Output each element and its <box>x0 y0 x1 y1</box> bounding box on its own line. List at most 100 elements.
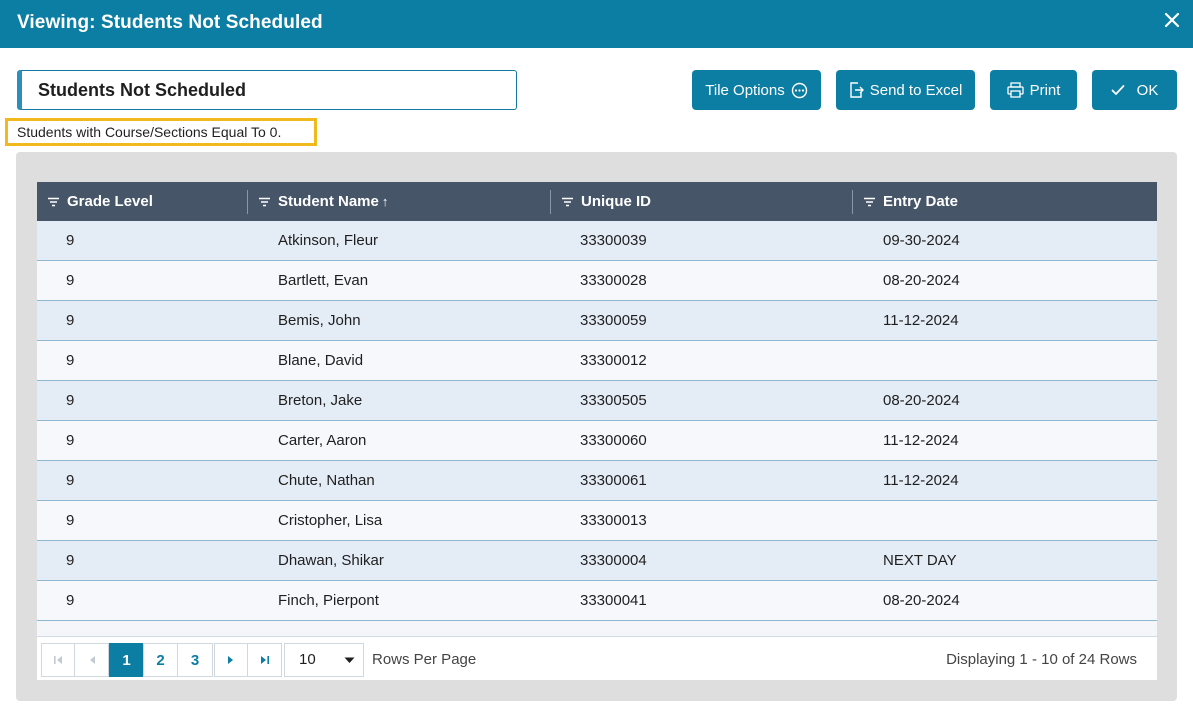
column-divider[interactable] <box>852 190 853 214</box>
column-label: Grade Level <box>67 193 153 210</box>
cell-unique-id: 33300059 <box>580 312 647 329</box>
print-label: Print <box>1029 81 1061 99</box>
cell-grade-level: 9 <box>66 552 75 569</box>
ok-button[interactable]: OK <box>1092 70 1177 110</box>
pager: 1 2 3 10 Rows Per Page Displaying 1 - 10… <box>37 636 1157 680</box>
filter-icon[interactable] <box>48 197 59 207</box>
table-row[interactable]: 9 Bemis, John 33300059 11-12-2024 <box>37 301 1157 341</box>
column-header-student-name[interactable]: Student Name ↑ <box>259 182 388 221</box>
column-header-grade-level[interactable]: Grade Level <box>48 182 153 221</box>
column-header-entry-date[interactable]: Entry Date <box>864 182 958 221</box>
next-page-icon <box>228 656 233 664</box>
cell-entry-date: 11-12-2024 <box>883 432 959 449</box>
display-count-text: Displaying 1 - 10 of 24 Rows <box>946 651 1137 668</box>
cell-student-name: Atkinson, Fleur <box>278 232 379 249</box>
cell-unique-id: 33300039 <box>580 232 647 249</box>
cell-grade-level: 9 <box>66 272 75 289</box>
first-page-button[interactable] <box>41 643 75 677</box>
check-icon <box>1111 85 1125 96</box>
tile-options-label: Tile Options <box>705 81 785 99</box>
cell-entry-date: 11-12-2024 <box>883 472 959 489</box>
print-button[interactable]: Print <box>990 70 1077 110</box>
last-page-button[interactable] <box>247 643 282 677</box>
more-circle-icon <box>791 82 807 98</box>
cell-unique-id: 33300004 <box>580 552 647 569</box>
cell-entry-date: NEXT DAY <box>883 552 957 569</box>
page-button-3[interactable]: 3 <box>177 643 213 677</box>
prev-page-icon <box>89 656 95 664</box>
cell-unique-id: 33300061 <box>580 472 647 489</box>
cell-grade-level: 9 <box>66 512 75 529</box>
prev-page-button[interactable] <box>74 643 109 677</box>
report-name-input[interactable] <box>22 71 516 109</box>
table-row[interactable]: 9 Atkinson, Fleur 33300039 09-30-2024 <box>37 221 1157 261</box>
cell-grade-level: 9 <box>66 312 75 329</box>
cell-student-name: Bemis, John <box>278 312 361 329</box>
column-header-unique-id[interactable]: Unique ID <box>562 182 651 221</box>
cell-entry-date: 08-20-2024 <box>883 392 960 409</box>
table-row[interactable]: 9 Chute, Nathan 33300061 11-12-2024 <box>37 461 1157 501</box>
cell-entry-date: 11-12-2024 <box>883 312 959 329</box>
table-row[interactable]: 9 Bartlett, Evan 33300028 08-20-2024 <box>37 261 1157 301</box>
first-page-icon <box>54 656 62 664</box>
cell-unique-id: 33300013 <box>580 512 647 529</box>
cell-entry-date: 08-20-2024 <box>883 272 960 289</box>
sort-ascending-icon: ↑ <box>381 194 389 209</box>
rows-per-page-label: Rows Per Page <box>372 651 477 668</box>
cell-student-name: Breton, Jake <box>278 392 363 409</box>
report-name-field[interactable] <box>17 70 517 110</box>
cell-student-name: Finch, Pierpont <box>278 592 379 609</box>
window-title: Viewing: Students Not Scheduled <box>17 12 323 33</box>
filter-icon[interactable] <box>864 197 875 207</box>
table-row[interactable]: 9 Finch, Pierpont 33300041 08-20-2024 <box>37 581 1157 621</box>
cell-unique-id: 33300505 <box>580 392 647 409</box>
cell-student-name: Bartlett, Evan <box>278 272 369 289</box>
title-bar: Viewing: Students Not Scheduled <box>0 0 1193 48</box>
column-divider[interactable] <box>247 190 248 214</box>
rows-per-page-select[interactable]: 10 <box>284 643 364 677</box>
cell-student-name: Blane, David <box>278 352 364 369</box>
next-page-button[interactable] <box>214 643 248 677</box>
cell-grade-level: 9 <box>66 432 75 449</box>
rows-per-page-value: 10 <box>299 651 316 668</box>
export-icon <box>850 82 864 98</box>
tile-options-button[interactable]: Tile Options <box>692 70 821 110</box>
cell-student-name: Chute, Nathan <box>278 472 375 489</box>
filter-icon[interactable] <box>259 197 270 207</box>
cell-grade-level: 9 <box>66 472 75 489</box>
table-row[interactable]: 9 Dhawan, Shikar 33300004 NEXT DAY <box>37 541 1157 581</box>
cell-unique-id: 33300060 <box>580 432 647 449</box>
table-row[interactable]: 9 Breton, Jake 33300505 08-20-2024 <box>37 381 1157 421</box>
close-button[interactable] <box>1161 9 1183 31</box>
cell-unique-id: 33300012 <box>580 352 647 369</box>
cell-unique-id: 33300028 <box>580 272 647 289</box>
close-icon <box>1164 12 1180 28</box>
cell-student-name: Cristopher, Lisa <box>278 512 383 529</box>
cell-entry-date: 09-30-2024 <box>883 232 960 249</box>
printer-icon <box>1006 82 1024 98</box>
table-row[interactable]: 9 Cristopher, Lisa 33300013 <box>37 501 1157 541</box>
table-row[interactable]: 9 Carter, Aaron 33300060 11-12-2024 <box>37 421 1157 461</box>
page-button-2[interactable]: 2 <box>143 643 178 677</box>
cell-grade-level: 9 <box>66 592 75 609</box>
chevron-down-icon <box>344 657 355 663</box>
column-divider[interactable] <box>550 190 551 214</box>
cell-grade-level: 9 <box>66 232 75 249</box>
send-to-excel-button[interactable]: Send to Excel <box>836 70 975 110</box>
filter-icon[interactable] <box>562 197 573 207</box>
cell-student-name: Dhawan, Shikar <box>278 552 384 569</box>
column-label: Entry Date <box>883 193 959 210</box>
last-page-icon <box>260 656 269 664</box>
column-label: Student Name <box>278 193 379 210</box>
filter-criteria-note: Students with Course/Sections Equal To 0… <box>5 118 317 146</box>
cell-grade-level: 9 <box>66 352 75 369</box>
cell-unique-id: 33300041 <box>580 592 647 609</box>
table-row[interactable]: 9 Blane, David 33300012 <box>37 341 1157 381</box>
grid-header: Grade Level Student Name ↑ Unique ID Ent… <box>37 182 1157 221</box>
students-grid: Grade Level Student Name ↑ Unique ID Ent… <box>37 182 1157 680</box>
cell-student-name: Carter, Aaron <box>278 432 367 449</box>
page-button-1[interactable]: 1 <box>109 643 144 677</box>
column-label: Unique ID <box>581 193 651 210</box>
ok-label: OK <box>1136 81 1159 99</box>
cell-entry-date: 08-20-2024 <box>883 592 960 609</box>
